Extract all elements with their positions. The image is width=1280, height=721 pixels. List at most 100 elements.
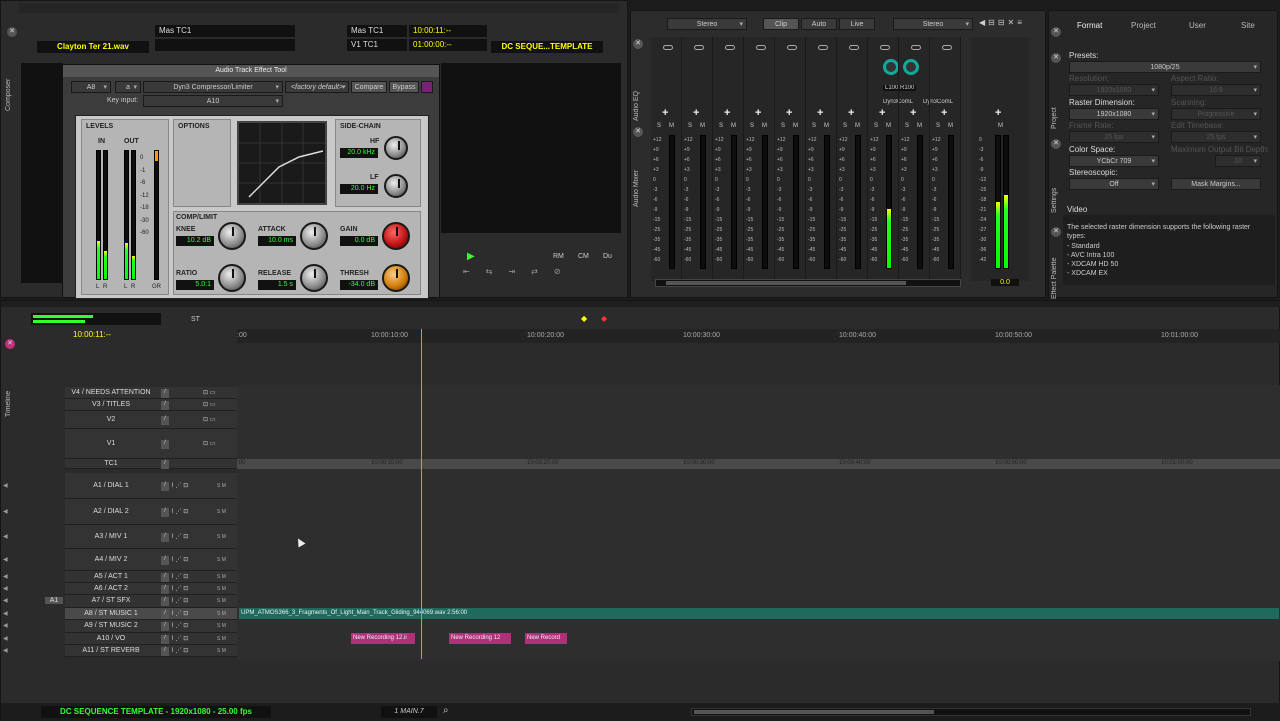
sync-lock-icon[interactable]: / (161, 507, 169, 517)
attack-knob[interactable] (300, 222, 328, 250)
sync-lock-icon[interactable]: / (161, 622, 169, 631)
solo-mute-icon[interactable]: S M (217, 557, 226, 563)
mas-tc1-right[interactable]: Mas TC1 (347, 25, 407, 37)
sync-lock-icon[interactable]: / (161, 555, 169, 565)
close-icon[interactable]: ✕ (7, 27, 17, 37)
slot-select[interactable]: a (115, 81, 141, 93)
speaker-icon[interactable]: ◀ (3, 585, 8, 592)
mute-button[interactable]: M (948, 123, 953, 129)
solo-button[interactable]: S (905, 123, 909, 129)
solo-mute-icon[interactable]: S M (217, 598, 226, 604)
solo-button[interactable]: S (812, 123, 816, 129)
close-icon[interactable]: ✕ (633, 39, 643, 49)
plugin-select[interactable]: Dyn3 Compressor/Limiter (143, 81, 283, 93)
track-header[interactable]: A7 / ST SFX / ⌇ ⋰ ⊡ S M ◀ (3, 595, 237, 608)
transport-du[interactable]: Du (603, 253, 612, 260)
music-clip[interactable]: UPM_ATMOS366_3_Fragments_Of_Light_Main_T… (239, 608, 1279, 619)
tab-auto[interactable]: Auto (801, 18, 837, 30)
sync-lock-icon[interactable]: / (161, 584, 169, 594)
add-insert-icon[interactable]: + (817, 107, 823, 119)
mute-button[interactable]: M (762, 123, 767, 129)
track-header[interactable]: A6 / ACT 2 /⌇ ⋰ ⊡ S M ◀ (3, 583, 237, 595)
mixer-scrollbar[interactable] (655, 279, 961, 287)
sync-lock-icon[interactable]: / (161, 597, 169, 606)
add-insert-icon[interactable]: + (995, 107, 1001, 119)
monitor-icon[interactable]: ⊡ ▭ (203, 440, 215, 447)
release-value[interactable]: 1.5 s (258, 280, 296, 290)
solo-button[interactable]: S (750, 123, 754, 129)
add-insert-icon[interactable]: + (755, 107, 761, 119)
mute-button[interactable]: M (998, 123, 1003, 129)
solo-mute-icon[interactable]: S M (217, 611, 226, 617)
sequence-name[interactable]: DC SEQUE...TEMPLATE (491, 41, 603, 53)
mute-button[interactable]: M (793, 123, 798, 129)
tab-project[interactable]: Project (1131, 21, 1156, 30)
link-icon[interactable] (880, 45, 890, 50)
link-icon[interactable] (849, 45, 859, 50)
sync-lock-icon[interactable]: / (161, 532, 169, 542)
add-insert-icon[interactable]: + (693, 107, 699, 119)
thresh-value[interactable]: -34.0 dB (340, 280, 378, 290)
waveform-icon[interactable]: ⌇ ⋰ ⊡ (171, 610, 188, 617)
mute-button[interactable]: M (824, 123, 829, 129)
knee-knob[interactable] (218, 222, 246, 250)
solo-button[interactable]: S (936, 123, 940, 129)
raster-select[interactable]: 1920x1080 (1069, 108, 1159, 120)
knee-value[interactable]: 10.2 dB (176, 236, 214, 246)
a1-patch[interactable]: A1 (45, 597, 63, 604)
waveform-icon[interactable]: ⌇ ⋰ ⊡ (171, 647, 188, 654)
track-header[interactable]: A11 / ST REVERB / ⌇ ⋰ ⊡ S M ◀ (3, 645, 237, 657)
track-header[interactable]: V3 / TITLES / ⊡ ▭ (65, 399, 237, 411)
waveform-icon[interactable]: ⌇ ⋰ ⊡ (171, 533, 188, 540)
release-knob[interactable] (300, 264, 328, 292)
thresh-knob[interactable] (382, 264, 410, 292)
solo-button[interactable]: S (874, 123, 878, 129)
bypass-button[interactable]: Bypass (389, 81, 419, 93)
track-header[interactable]: A4 / MIV 2 /⌇ ⋰ ⊡ S M ◀ (3, 549, 237, 571)
solo-mute-icon[interactable]: S M (217, 534, 226, 540)
link-icon[interactable] (911, 45, 921, 50)
mute-button[interactable]: M (886, 123, 891, 129)
add-insert-icon[interactable]: + (879, 107, 885, 119)
close-icon[interactable]: ✕ (633, 127, 643, 137)
tab-site[interactable]: Site (1241, 21, 1255, 30)
transport-rm[interactable]: RM (553, 253, 564, 260)
close-icon[interactable]: ✕ (1051, 139, 1061, 149)
speaker-icon[interactable]: ◀ (3, 508, 8, 515)
left-mode-select[interactable]: Stereo (667, 18, 747, 30)
mas-tc1-left[interactable]: Mas TC1 (155, 25, 295, 37)
sync-lock-icon[interactable]: / (161, 459, 169, 469)
key-input-select[interactable]: A10 (143, 95, 283, 107)
ratio-knob[interactable] (218, 264, 246, 292)
track-header[interactable]: A8 / ST MUSIC 1 /⌇ ⋰ ⊡ S M ◀ (3, 608, 237, 620)
speaker-icon[interactable]: ◀ (3, 573, 8, 580)
solo-mute-icon[interactable]: S M (217, 483, 226, 489)
audio-mixer-tab[interactable]: Audio Mixer (633, 157, 640, 207)
solo-mute-icon[interactable]: S M (217, 586, 226, 592)
solo-mute-icon[interactable]: S M (217, 623, 226, 629)
monitor-icon[interactable]: ⊡ ▭ (203, 416, 215, 423)
tab-user[interactable]: User (1189, 21, 1206, 30)
add-insert-icon[interactable]: + (848, 107, 854, 119)
track-select[interactable]: A8 (71, 81, 111, 93)
sync-lock-icon[interactable]: / (161, 572, 169, 582)
mark-in-icon[interactable]: ◆ (581, 314, 587, 323)
solo-button[interactable]: S (843, 123, 847, 129)
close-icon[interactable]: ✕ (1051, 27, 1061, 37)
waveform-icon[interactable]: ⌇ ⋰ ⊡ (171, 573, 188, 580)
mute-button[interactable]: M (855, 123, 860, 129)
speaker-icon[interactable]: ◀ (3, 556, 8, 563)
track-header[interactable]: A5 / ACT 1 /⌇ ⋰ ⊡ S M ◀ (3, 571, 237, 583)
play-icon[interactable]: ▶ (467, 251, 475, 262)
timeline-scrollbar[interactable] (691, 708, 1251, 716)
close-icon[interactable]: ✕ (1051, 53, 1061, 63)
sync-lock-icon[interactable]: / (161, 400, 169, 410)
ratio-value[interactable]: 5.0:1 (176, 280, 214, 290)
track-header[interactable]: V4 / NEEDS ATTENTION / ⊡ ▭ (65, 387, 237, 399)
speaker-icon[interactable]: ◀ (3, 635, 8, 642)
waveform-icon[interactable]: ⌇ ⋰ ⊡ (171, 597, 188, 604)
compare-button[interactable]: Compare (351, 81, 387, 93)
link-icon[interactable] (756, 45, 766, 50)
link-icon[interactable] (663, 45, 673, 50)
vo-clip-2[interactable]: New Recording 12 (449, 633, 511, 644)
